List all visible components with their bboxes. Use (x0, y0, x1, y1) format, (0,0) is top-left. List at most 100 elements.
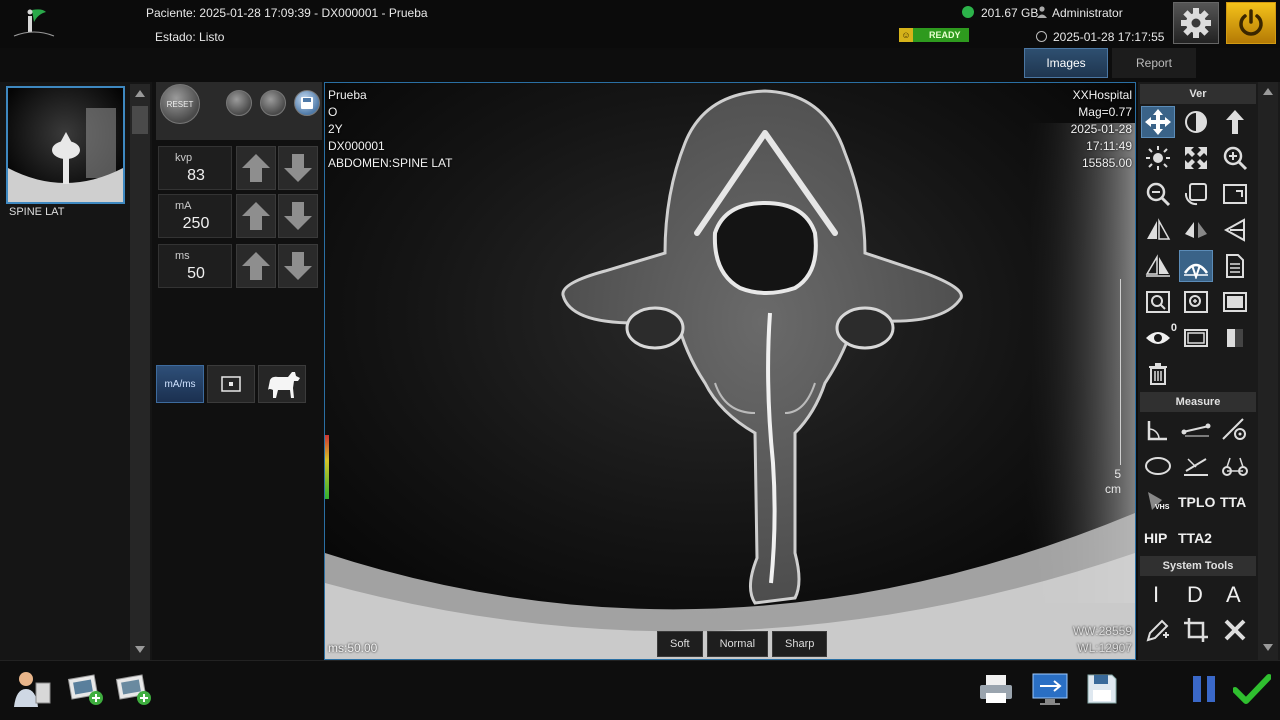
frame-tool[interactable] (1179, 322, 1213, 354)
brightness-tool[interactable] (1141, 142, 1175, 174)
crop-tool[interactable] (1179, 614, 1213, 646)
text-i-tool[interactable]: I (1153, 582, 1159, 608)
magnify-zoom-tool[interactable] (1179, 286, 1213, 318)
text-annotation-tool[interactable]: A (1226, 582, 1241, 608)
zoom-out-icon (1146, 182, 1171, 207)
add-image-button[interactable] (64, 667, 108, 711)
contrast-tool[interactable] (1179, 106, 1213, 138)
mode-animal-button[interactable] (258, 365, 306, 403)
patient-info-button[interactable] (10, 667, 54, 711)
send-to-pacs-button[interactable] (1028, 667, 1072, 711)
invert-tool[interactable] (1218, 322, 1252, 354)
filter-soft-button[interactable]: Soft (657, 631, 703, 657)
add-series-button[interactable] (112, 667, 156, 711)
calibrate-tool[interactable] (1218, 414, 1252, 446)
close-icon (1224, 619, 1246, 641)
tools-scrollbar[interactable] (1258, 82, 1278, 660)
mode-ma-ms-button[interactable]: mA/ms (156, 365, 204, 403)
frame-icon (1184, 329, 1208, 347)
zoom-out-tool[interactable] (1141, 178, 1175, 210)
ma-value: 250 (182, 215, 210, 232)
tab-row: Images Report (0, 48, 1280, 82)
hip-tool[interactable]: HIP (1144, 530, 1167, 546)
tools-scroll-down-icon[interactable] (1263, 644, 1273, 651)
tta-tool[interactable]: TTA (1220, 494, 1246, 510)
save-preset-button[interactable] (294, 90, 320, 116)
ms-decrease-button[interactable] (278, 244, 318, 288)
status-label: Estado: (155, 30, 196, 44)
ruler-value: 5 (1114, 467, 1121, 481)
checkmark-icon (1233, 674, 1271, 704)
invert-icon (1227, 329, 1243, 347)
tab-report[interactable]: Report (1112, 48, 1196, 78)
tta2-tool[interactable]: TTA2 (1178, 530, 1212, 546)
floppy-icon (301, 97, 313, 109)
cobb-angle-tool[interactable] (1179, 450, 1213, 482)
preset-button-2[interactable] (260, 90, 286, 116)
pan-tool[interactable] (1141, 106, 1175, 138)
ms-label: ms (175, 250, 190, 262)
scroll-thumb[interactable] (132, 106, 148, 134)
draw-tool[interactable] (1141, 614, 1175, 646)
zoom-in-tool[interactable] (1218, 142, 1252, 174)
settings-button[interactable] (1173, 2, 1219, 44)
mirror-tool[interactable] (1179, 214, 1213, 246)
magnify-region-tool[interactable] (1141, 286, 1175, 318)
ma-decrease-button[interactable] (278, 194, 318, 238)
tools-scroll-up-icon[interactable] (1263, 88, 1273, 95)
ma-increase-button[interactable] (236, 194, 276, 238)
overlay-age: 2Y (328, 122, 343, 136)
print-button[interactable] (974, 667, 1018, 711)
clear-tool[interactable] (1218, 614, 1252, 646)
flip-horizontal-tool[interactable] (1141, 214, 1175, 246)
image-viewer[interactable]: Prueba O 2Y DX000001 ABDOMEN:SPINE LAT X… (324, 82, 1136, 660)
arrow-up-icon (242, 252, 270, 280)
preset-button-1[interactable] (226, 90, 252, 116)
rotate-tool[interactable] (1179, 178, 1213, 210)
overlay-window-width: WW:28559 (1072, 624, 1132, 638)
overlay-visibility-tool[interactable]: 0 (1141, 322, 1177, 354)
ms-increase-button[interactable] (236, 244, 276, 288)
arrow-up-tool[interactable] (1218, 106, 1252, 138)
angle-measure-tool[interactable] (1141, 414, 1175, 446)
document-tool[interactable] (1218, 250, 1252, 282)
thumbnail-spine-lat[interactable] (6, 86, 125, 204)
hip-distraction-tool[interactable] (1218, 450, 1252, 482)
filter-normal-button[interactable]: Normal (706, 631, 769, 657)
mode-row: mA/ms (156, 365, 322, 403)
delete-tool[interactable] (1141, 358, 1175, 390)
distance-measure-tool[interactable] (1179, 414, 1213, 446)
confirm-button[interactable] (1230, 667, 1274, 711)
power-button[interactable] (1226, 2, 1276, 44)
flip-vertical-tool[interactable] (1141, 250, 1175, 282)
scroll-up-icon[interactable] (135, 90, 145, 97)
kvp-decrease-button[interactable] (278, 146, 318, 190)
up-arrow-icon (1226, 110, 1244, 134)
fit-screen-tool[interactable] (1179, 142, 1213, 174)
pause-button[interactable] (1182, 667, 1226, 711)
kvp-value: 83 (187, 167, 205, 184)
disk-space: 201.67 GB (981, 6, 1039, 20)
scale-ruler-label: 5 cm (1105, 467, 1121, 497)
flip-left-tool[interactable] (1218, 214, 1252, 246)
ellipse-measure-tool[interactable] (1141, 450, 1175, 482)
mode-focus-button[interactable] (207, 365, 255, 403)
crop-icon (1184, 618, 1208, 642)
window-tool[interactable] (1218, 178, 1252, 210)
kvp-increase-button[interactable] (236, 146, 276, 190)
filter-sharp-button[interactable]: Sharp (772, 631, 828, 657)
kvp-row: kvp 83 (158, 146, 320, 192)
scroll-down-icon[interactable] (135, 646, 145, 653)
spine-tool[interactable] (1179, 250, 1213, 282)
save-button[interactable] (1080, 667, 1124, 711)
vhs-tool[interactable]: VHS (1141, 486, 1175, 518)
user-icon (1037, 6, 1047, 18)
text-d-tool[interactable]: D (1187, 582, 1203, 608)
thumbnail-scrollbar[interactable] (130, 84, 150, 660)
fullscreen-tool[interactable] (1218, 286, 1252, 318)
reset-button[interactable]: RESET (160, 84, 200, 124)
tab-images[interactable]: Images (1024, 48, 1108, 78)
overlay-dose: 15585.00 (1081, 156, 1132, 170)
tplo-tool[interactable]: TPLO (1178, 494, 1215, 510)
eye-count: 0 (1170, 322, 1177, 334)
